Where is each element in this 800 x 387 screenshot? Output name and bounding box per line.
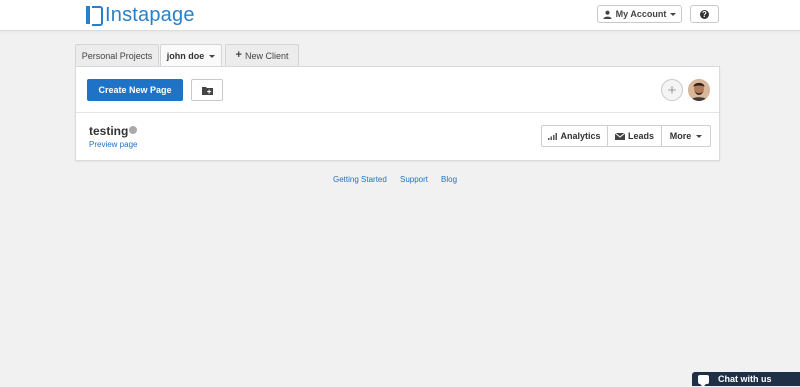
tab-john-doe[interactable]: john doe bbox=[160, 44, 222, 67]
avatar-image bbox=[688, 79, 710, 101]
avatar[interactable] bbox=[688, 79, 710, 101]
user-icon bbox=[603, 10, 612, 19]
plus-icon: + bbox=[235, 49, 242, 61]
chat-widget-button[interactable]: Chat with us bbox=[692, 372, 800, 387]
envelope-icon bbox=[614, 132, 625, 140]
pages-panel: Create New Page + testing Preview page A… bbox=[75, 66, 720, 161]
more-button[interactable]: More bbox=[661, 125, 711, 147]
page-actions: Analytics Leads More bbox=[541, 125, 711, 147]
analytics-button[interactable]: Analytics bbox=[541, 125, 608, 147]
instapage-logo[interactable]: Instapage bbox=[86, 4, 195, 26]
create-new-page-button[interactable]: Create New Page bbox=[87, 79, 183, 101]
chevron-down-icon[interactable] bbox=[209, 54, 216, 58]
tab-new-client[interactable]: + New Client bbox=[225, 44, 299, 66]
chevron-down-icon bbox=[696, 134, 703, 138]
chat-bubble-icon bbox=[698, 374, 709, 387]
tab-personal-projects[interactable]: Personal Projects bbox=[75, 44, 159, 66]
panel-toolbar: Create New Page + bbox=[76, 67, 719, 113]
blog-link[interactable]: Blog bbox=[441, 175, 457, 184]
new-folder-button[interactable] bbox=[191, 79, 223, 101]
leads-button[interactable]: Leads bbox=[607, 125, 662, 147]
top-bar: Instapage My Account ? bbox=[0, 0, 800, 31]
add-member-button[interactable]: + bbox=[661, 79, 683, 101]
tab-label: john doe bbox=[166, 51, 205, 61]
leads-label: Leads bbox=[627, 131, 654, 141]
folder-plus-icon bbox=[201, 86, 213, 95]
footer-links: Getting Started Support Blog bbox=[0, 175, 800, 187]
preview-page-link[interactable]: Preview page bbox=[89, 140, 137, 149]
chat-label: Chat with us bbox=[718, 374, 772, 384]
help-button[interactable]: ? bbox=[690, 5, 719, 23]
instapage-logo-icon bbox=[86, 6, 103, 26]
tab-label: New Client bbox=[244, 50, 289, 61]
getting-started-link[interactable]: Getting Started bbox=[333, 175, 387, 184]
my-account-button[interactable]: My Account bbox=[597, 5, 682, 23]
chevron-down-icon bbox=[670, 12, 677, 16]
analytics-label: Analytics bbox=[560, 131, 601, 141]
logo-text: Instapage bbox=[105, 3, 195, 26]
support-link[interactable]: Support bbox=[400, 175, 428, 184]
more-label: More bbox=[669, 131, 692, 141]
tab-label: Personal Projects bbox=[81, 50, 153, 61]
question-icon: ? bbox=[700, 9, 709, 19]
bar-chart-icon bbox=[548, 132, 558, 140]
status-dot bbox=[129, 126, 137, 134]
my-account-label: My Account bbox=[615, 9, 667, 19]
page-title[interactable]: testing bbox=[89, 124, 128, 138]
